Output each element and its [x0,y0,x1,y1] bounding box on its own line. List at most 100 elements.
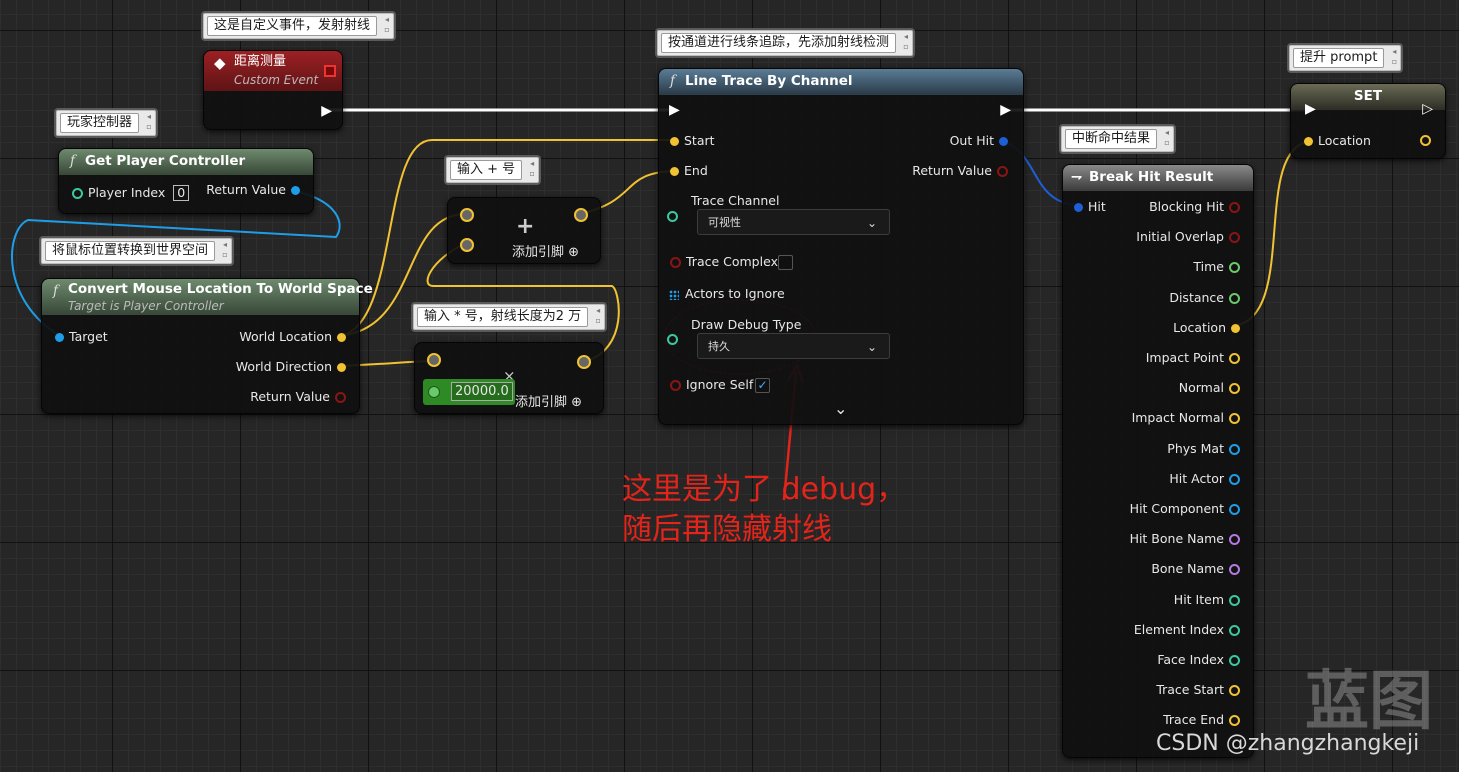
set-location-pin[interactable]: Location [1299,133,1371,149]
vector-pin-icon[interactable] [337,363,346,372]
hit-output-pin[interactable]: Hit Actor [1169,471,1245,487]
comment-pin-icon[interactable]: ◂ ▫ [526,159,538,179]
comment-add-plus[interactable]: 输入 + 号 ◂ ▫ [446,157,540,183]
vector-in-pin-b[interactable] [460,238,474,252]
output-pin-icon[interactable] [1229,594,1240,606]
get-player-controller-node[interactable]: f Get Player Controller Player Index 0 Re… [58,148,314,214]
plus-circle-icon[interactable]: ⊕ [568,245,579,260]
convert-mouse-node[interactable]: f Convert Mouse Location To World Space Ta… [41,278,373,414]
hit-output-pin[interactable]: Impact Normal [1132,410,1245,426]
comment-pin-icon[interactable]: ◂ ▫ [1388,47,1400,67]
trace-complex-checkbox[interactable] [778,255,793,270]
set-node[interactable]: SET ▶ ▷ Location [1290,83,1446,159]
exec-in-pin-icon[interactable]: ▶ [1305,101,1316,117]
ignore-self-pin[interactable]: Ignore Self [665,377,753,393]
hit-output-pin[interactable]: Phys Mat [1167,441,1245,457]
hit-output-pin[interactable]: Time [1193,259,1245,275]
output-pin-icon[interactable] [1229,353,1240,364]
hit-output-pin[interactable]: Hit Component [1130,501,1245,517]
world-direction-pin[interactable]: World Direction [236,359,351,375]
hit-output-pin[interactable]: Distance [1169,290,1245,306]
float-value-field[interactable]: 20000.0 [451,382,513,401]
start-pin[interactable]: Start [665,133,715,149]
add-pin-button[interactable]: 添加引脚 ⊕ [515,391,582,410]
output-pin-icon[interactable] [1229,534,1240,546]
comment-pin-icon[interactable]: ◂ ▫ [900,32,912,52]
output-pin-icon[interactable] [1229,685,1240,697]
actors-to-ignore-pin[interactable]: Actors to Ignore [669,286,785,302]
add-pin-button[interactable]: 添加引脚 ⊕ [512,241,579,260]
vector-pin-icon[interactable] [337,333,346,342]
object-pin-icon[interactable] [55,333,64,342]
delegate-pin-icon[interactable] [324,65,336,77]
controller-return-pin[interactable]: Return Value [206,182,305,198]
draw-debug-type-dropdown[interactable]: 持久 ⌄ [697,333,890,359]
hit-output-pin[interactable]: Face Index [1157,652,1245,668]
target-pin[interactable]: Target [50,329,108,345]
int-pin-icon[interactable] [72,188,83,199]
vector-out-pin-icon[interactable] [1420,135,1431,146]
player-index-field[interactable]: 0 [173,185,190,201]
hit-output-pin[interactable]: Impact Point [1146,350,1245,366]
add-vector-node[interactable]: + 添加引脚 ⊕ [447,197,601,264]
output-pin-icon[interactable] [1229,232,1240,244]
bool-pin-icon[interactable] [997,166,1008,177]
vector-pin-icon[interactable] [670,137,679,146]
vector-pin-icon[interactable] [670,167,679,176]
exec-out-pin-icon[interactable]: ▷ [1422,101,1433,117]
convert-return-pin[interactable]: Return Value [250,389,351,405]
comment-convert[interactable]: 将鼠标位置转换到世界空间 ◂ ▫ [41,238,233,264]
player-index-pin[interactable]: Player Index 0 [67,185,190,201]
hit-output-pin[interactable]: Location [1173,320,1245,336]
hit-output-pin[interactable]: Normal [1179,380,1245,396]
output-pin-icon[interactable] [1229,292,1240,304]
comment-custom-event[interactable]: 这是自定义事件，发射射线 ◂ ▫ [203,13,395,39]
hit-output-pin[interactable]: Element Index [1134,622,1245,638]
output-pin-icon[interactable] [1229,715,1240,727]
array-pin-icon[interactable] [669,289,679,300]
byte-pin-icon[interactable] [667,334,678,345]
out-hit-pin[interactable]: Out Hit [950,133,1013,149]
vector-out-pin[interactable] [577,355,591,369]
custom-event-node[interactable]: ◆ 距离测量 Custom Event ▶ [203,50,343,130]
trace-complex-pin[interactable]: Trace Complex [665,254,778,270]
output-pin-icon[interactable] [1229,624,1240,636]
struct-pin-icon[interactable] [1074,203,1083,212]
comment-multiply[interactable]: 输入 * 号，射线长度为2 万 ◂ ▫ [413,304,606,330]
output-pin-icon[interactable] [1229,262,1240,274]
exec-out-pin-icon[interactable]: ▶ [1000,102,1011,118]
comment-pin-icon[interactable]: ◂ ▫ [592,306,604,326]
comment-pin-icon[interactable]: ◂ ▫ [219,240,231,260]
vector-pin-icon[interactable] [1304,137,1313,146]
comment-pin-icon[interactable]: ◂ ▫ [1161,128,1173,148]
world-location-pin[interactable]: World Location [239,329,351,345]
multiply-vector-node[interactable]: × 20000.0 添加引脚 ⊕ [414,342,604,414]
output-pin-icon[interactable] [1229,383,1240,395]
ignore-self-checkbox[interactable]: ✓ [755,378,770,393]
vector-in-pin[interactable] [427,353,441,367]
hit-output-pin[interactable]: Hit Item [1174,592,1245,608]
comment-set-prompt[interactable]: 提升 prompt ◂ ▫ [1289,45,1402,71]
hit-output-pin[interactable]: Bone Name [1151,561,1245,577]
hit-output-pin[interactable]: Trace End [1163,712,1245,728]
line-trace-node[interactable]: f Line Trace By Channel ▶ ▶ Start End Out… [658,68,1024,425]
output-pin-icon[interactable] [1229,473,1240,485]
trace-return-pin[interactable]: Return Value [912,163,1013,179]
float-pin-icon[interactable] [428,386,440,398]
exec-out-pin-icon[interactable]: ▶ [321,103,332,119]
byte-pin-icon[interactable] [667,211,678,222]
expand-chevron-icon[interactable]: ⌄ [834,399,847,418]
output-pin-icon[interactable] [1231,323,1240,333]
vector-out-pin[interactable] [574,208,588,222]
break-hit-result-node[interactable]: ⇁ Break Hit Result Hit Blocking Hit Initia… [1062,164,1254,758]
comment-player-controller[interactable]: 玩家控制器 ◂ ▫ [56,110,157,136]
output-pin-icon[interactable] [1229,655,1240,666]
end-pin[interactable]: End [665,163,708,179]
hit-input-pin[interactable]: Hit [1069,199,1106,215]
hit-output-pin[interactable]: Blocking Hit [1149,199,1245,215]
output-pin-icon[interactable] [1229,413,1240,425]
comment-pin-icon[interactable]: ◂ ▫ [381,15,393,35]
exec-in-pin-icon[interactable]: ▶ [669,102,680,118]
trace-channel-dropdown[interactable]: 可视性 ⌄ [697,209,890,235]
hit-output-pin[interactable]: Hit Bone Name [1130,531,1245,547]
